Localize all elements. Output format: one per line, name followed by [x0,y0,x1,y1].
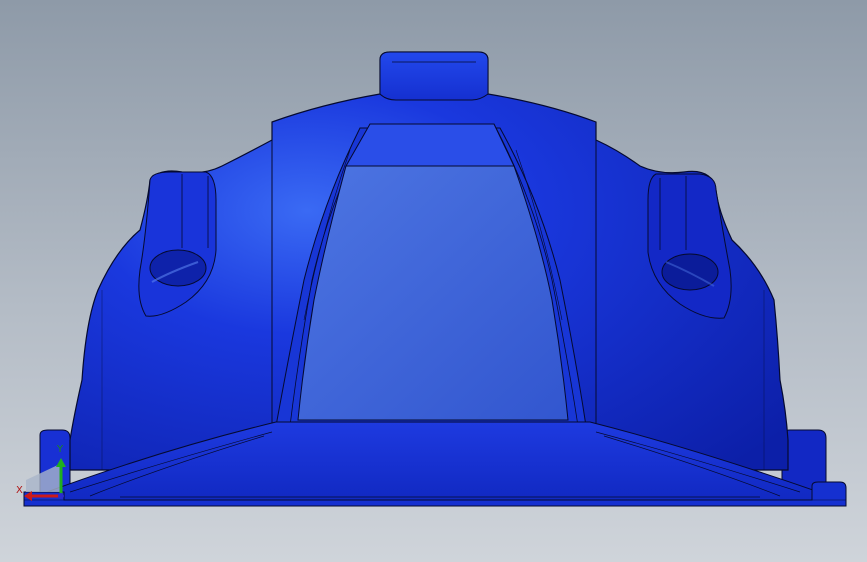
x-axis-arrow [24,491,32,501]
y-axis-label: Y [57,444,64,455]
left-pocket-opening [149,249,207,287]
3d-part-model[interactable] [0,0,867,562]
z-axis-dot [58,493,64,499]
triad-plane [26,464,60,492]
coordinate-triad: X Y [14,440,78,510]
top-boss [379,51,489,101]
channel-top-band [345,123,515,167]
3d-viewport[interactable]: X Y [0,0,867,562]
y-axis-arrow [56,458,66,467]
x-axis-label: X [16,485,23,496]
